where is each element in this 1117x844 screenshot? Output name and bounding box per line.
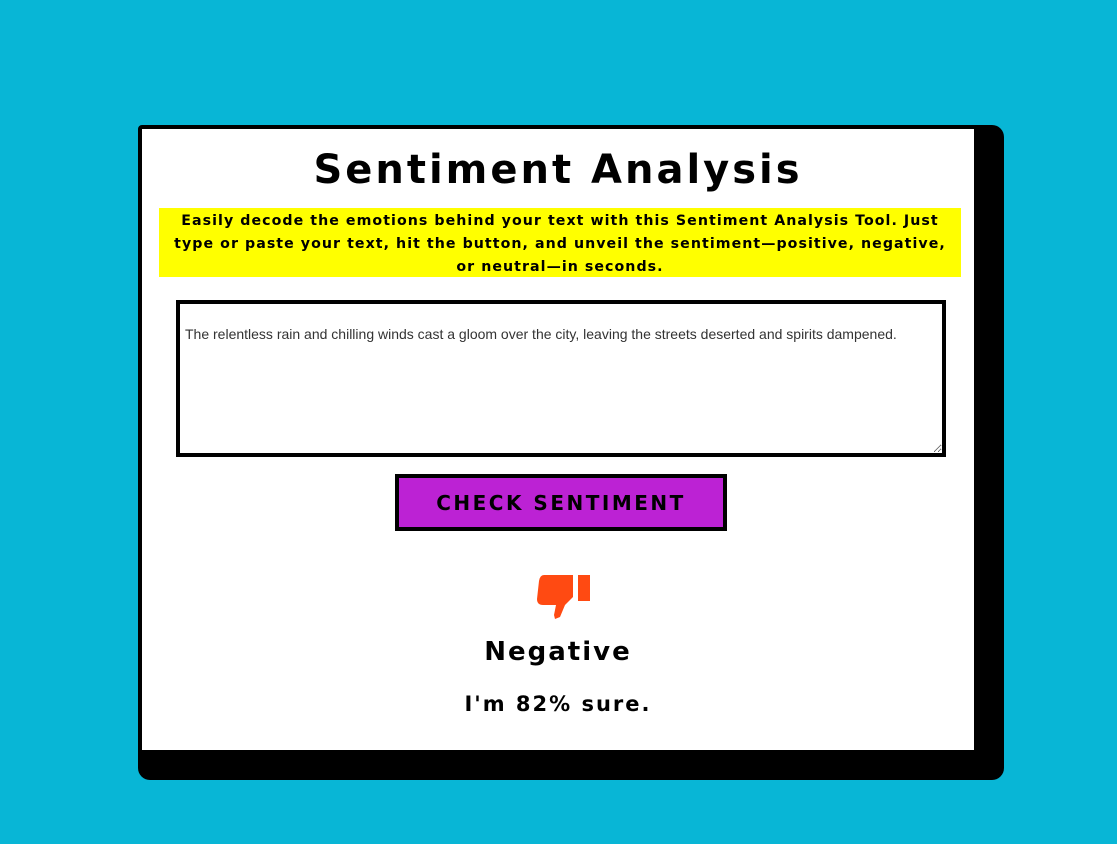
- sentiment-card: Sentiment Analysis Easily decode the emo…: [138, 125, 978, 754]
- page-title: Sentiment Analysis: [313, 147, 803, 193]
- text-input[interactable]: The relentless rain and chilling winds c…: [176, 300, 946, 457]
- check-sentiment-button[interactable]: CHECK SENTIMENT: [395, 474, 727, 531]
- sentiment-result-label: Negative: [484, 637, 632, 667]
- confidence-text: I'm 82% sure.: [464, 692, 652, 716]
- thumbs-down-icon: [537, 575, 590, 619]
- tool-description: Easily decode the emotions behind your t…: [159, 208, 961, 277]
